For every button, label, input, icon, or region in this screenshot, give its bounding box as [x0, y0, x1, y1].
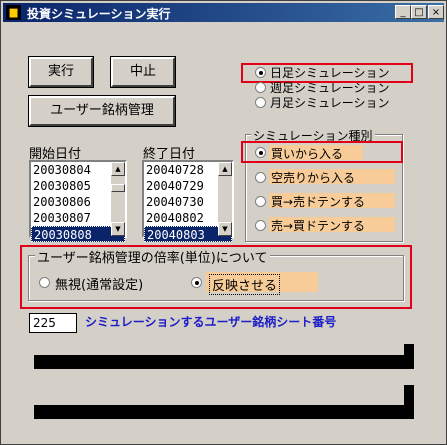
radio-reflect[interactable]: [191, 277, 202, 288]
progress-bar-1-end: [404, 344, 414, 369]
scroll-up-icon[interactable]: ▲: [111, 162, 125, 176]
scroll-up-icon[interactable]: ▲: [218, 162, 232, 176]
radio-monthly-label: 月足シミュレーション: [270, 96, 390, 110]
start-date-list[interactable]: 20030804 20030805 20030806 20030807 2003…: [29, 160, 127, 242]
title-bar[interactable]: ▆ 投資シミュレーション実行 _ □ ×: [3, 3, 444, 22]
radio-buy-sell-reverse-label: 買→売ドテンする: [271, 195, 366, 209]
radio-buy-first[interactable]: [255, 147, 266, 158]
sheet-number-input[interactable]: 225: [29, 313, 77, 333]
radio-daily[interactable]: [255, 67, 266, 78]
radio-short-first-label: 空売りから入る: [271, 171, 356, 185]
multiplier-group-label: ユーザー銘柄管理の倍率(単位)について: [35, 247, 270, 266]
minimize-button[interactable]: _: [395, 5, 411, 19]
main-window: ▆ 投資シミュレーション実行 _ □ × 実行 中止 ユーザー銘柄管理 開始日付…: [0, 0, 447, 445]
progress-bar-2-end: [404, 385, 414, 419]
sheet-number-label: シミュレーションするユーザー銘柄シート番号: [85, 315, 337, 329]
progress-bar-1: [34, 355, 404, 369]
radio-ignore-label: 無視(通常設定): [55, 278, 144, 293]
radio-buy-first-label: 買いから入る: [271, 147, 344, 161]
radio-sell-buy-reverse[interactable]: [255, 220, 266, 231]
radio-weekly[interactable]: [255, 82, 266, 93]
close-button[interactable]: ×: [428, 5, 444, 19]
user-stock-mgmt-button[interactable]: ユーザー銘柄管理: [28, 95, 176, 127]
window-title: 投資シミュレーション実行: [27, 7, 171, 21]
scroll-down-icon[interactable]: ▼: [111, 222, 125, 236]
radio-buy-sell-reverse[interactable]: [255, 196, 266, 207]
scroll-thumb[interactable]: [111, 184, 125, 192]
app-icon: ▆: [6, 5, 21, 20]
radio-ignore[interactable]: [39, 277, 50, 288]
end-date-scrollbar[interactable]: ▲ ▼: [218, 162, 232, 236]
run-button[interactable]: 実行: [28, 56, 94, 88]
stop-button[interactable]: 中止: [110, 56, 176, 88]
scroll-down-icon[interactable]: ▼: [218, 222, 232, 236]
end-date-list[interactable]: 20040728 20040729 20040730 20040802 2004…: [142, 160, 234, 242]
radio-short-first[interactable]: [255, 172, 266, 183]
radio-sell-buy-reverse-label: 売→買ドテンする: [271, 219, 366, 233]
radio-reflect-label: 反映させる: [209, 274, 281, 295]
maximize-button[interactable]: □: [411, 5, 427, 19]
start-date-scrollbar[interactable]: ▲ ▼: [111, 162, 125, 236]
progress-bar-2: [34, 405, 404, 419]
radio-monthly[interactable]: [255, 97, 266, 108]
